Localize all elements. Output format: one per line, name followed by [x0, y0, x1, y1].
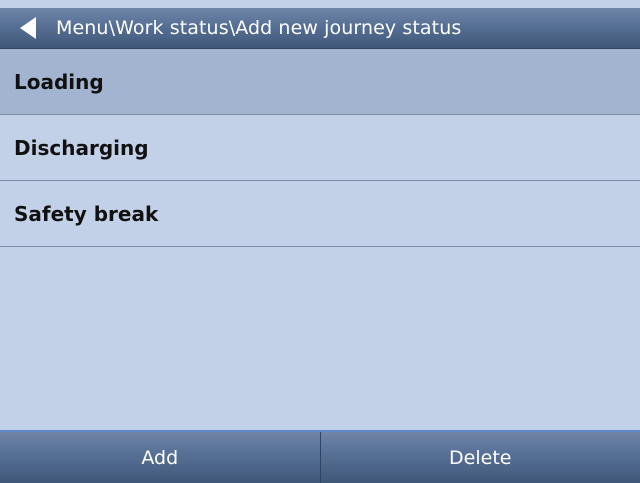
back-arrow-icon: [20, 17, 36, 39]
delete-button[interactable]: Delete: [319, 432, 640, 483]
bottom-toolbar: Add Delete: [0, 430, 640, 483]
title-bar: Menu\Work status\Add new journey status: [0, 8, 640, 49]
back-button[interactable]: [0, 8, 52, 49]
list-item-loading[interactable]: Loading: [0, 49, 640, 115]
list-item-safety-break[interactable]: Safety break: [0, 181, 640, 247]
journey-status-screen: Menu\Work status\Add new journey status …: [0, 0, 640, 483]
page-title: Menu\Work status\Add new journey status: [56, 17, 462, 39]
list-item-discharging[interactable]: Discharging: [0, 115, 640, 181]
journey-status-list: Loading Discharging Safety break: [0, 49, 640, 430]
add-button[interactable]: Add: [0, 432, 320, 483]
